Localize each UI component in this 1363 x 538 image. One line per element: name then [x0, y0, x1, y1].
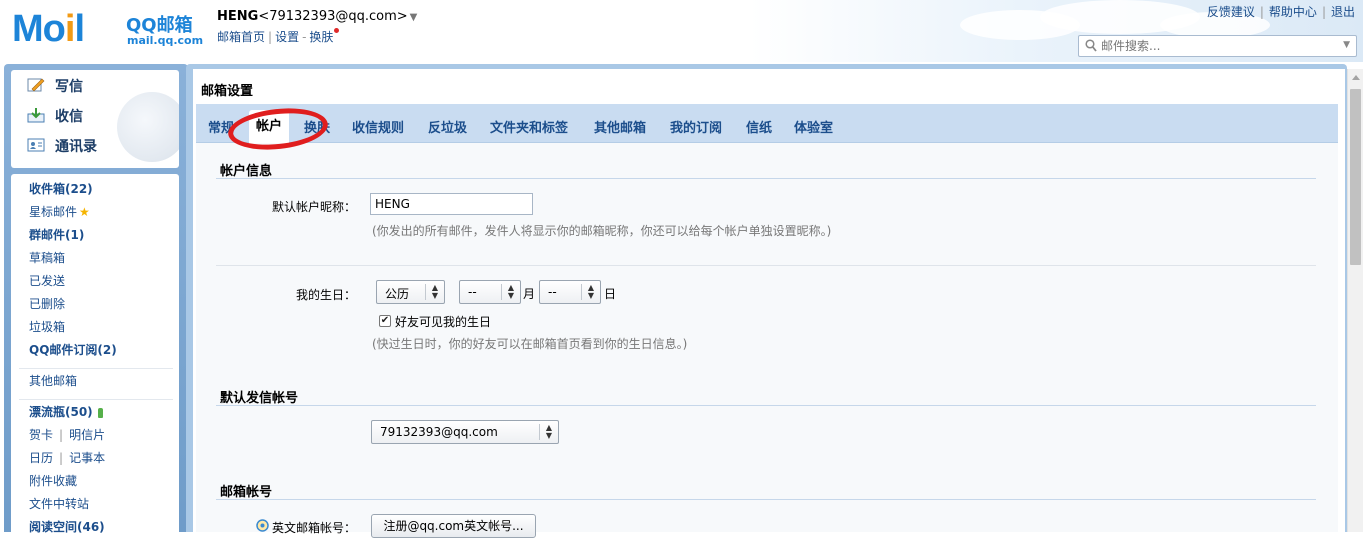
scroll-up-arrow-icon[interactable]: [1352, 75, 1360, 80]
tab-mail-rules[interactable]: 收信规则: [352, 117, 404, 136]
change-skin-link[interactable]: 换肤: [309, 30, 333, 44]
feedback-link[interactable]: 反馈建议: [1207, 5, 1255, 19]
folder-spam[interactable]: 垃圾箱: [29, 317, 65, 337]
user-nickname: HENG: [217, 9, 259, 24]
search-icon: [1085, 39, 1097, 52]
folder-starred[interactable]: 星标邮件 ★: [29, 202, 90, 222]
user-account-menu[interactable]: HENG<79132393@qq.com> ▼: [217, 9, 417, 24]
scrollbar-thumb[interactable]: [1350, 89, 1361, 265]
folder-sent[interactable]: 已发送: [29, 271, 65, 291]
english-account-label: 英文邮箱帐号：: [271, 521, 356, 535]
calendar-row: 日历 | 记事本: [29, 451, 106, 465]
search-dropdown-icon[interactable]: ▼: [1343, 40, 1350, 50]
tab-lab[interactable]: 体验室: [794, 117, 833, 136]
section-title-mail-accounts: 邮箱帐号: [220, 485, 273, 500]
calendar-type-select[interactable]: 公历 ▲ ▼: [376, 280, 445, 304]
compose-label: 写信: [55, 79, 83, 95]
receive-mail-button[interactable]: 收信: [27, 104, 83, 130]
section-title-default-sender: 默认发信帐号: [220, 391, 299, 406]
qq-penguin-watermark: [117, 92, 179, 162]
vertical-scrollbar[interactable]: [1347, 69, 1363, 532]
contacts-label: 通讯录: [55, 139, 97, 155]
user-links: 邮箱首页 | 设置 - 换肤: [217, 28, 340, 45]
birthday-hint: (快过生日时，你的好友可以在邮箱首页看到你的生日信息。): [372, 337, 688, 351]
calendar-link[interactable]: 日历: [29, 451, 53, 465]
nickname-hint: (你发出的所有邮件，发件人将显示你的邮箱昵称，你还可以给每个帐户单独设置昵称。): [372, 224, 832, 238]
drift-bottle-link[interactable]: 漂流瓶(50): [29, 402, 103, 422]
folder-drafts[interactable]: 草稿箱: [29, 248, 65, 268]
compose-button[interactable]: 写信: [27, 74, 83, 100]
birthday-visible-checkbox[interactable]: ✔: [379, 315, 391, 327]
logout-link[interactable]: 退出: [1331, 5, 1355, 19]
mailbox-home-link[interactable]: 邮箱首页: [217, 30, 265, 44]
select-arrows-icon: ▲ ▼: [539, 424, 558, 440]
settings-link[interactable]: 设置: [275, 30, 299, 44]
section-divider: [216, 178, 1316, 179]
day-unit: 日: [604, 287, 617, 301]
help-center-link[interactable]: 帮助中心: [1269, 5, 1317, 19]
select-arrows-icon: ▲ ▼: [581, 284, 600, 300]
section-divider: [216, 405, 1316, 406]
tab-subscriptions[interactable]: 我的订阅: [670, 117, 722, 136]
birth-month-select[interactable]: -- ▲ ▼: [459, 280, 521, 304]
birthday-visible-label[interactable]: 好友可见我的生日: [395, 313, 491, 330]
tab-antispam[interactable]: 反垃圾: [428, 117, 467, 136]
inbox-download-icon: [27, 108, 45, 123]
star-icon: ★: [79, 205, 90, 219]
contacts-button[interactable]: 通讯录: [27, 134, 97, 160]
folder-inbox[interactable]: 收件箱(22): [29, 179, 93, 199]
compose-icon: [27, 78, 45, 92]
tab-folders-labels[interactable]: 文件夹和标签: [490, 117, 568, 136]
receive-label: 收信: [55, 109, 83, 125]
tab-other-mailboxes[interactable]: 其他邮箱: [594, 117, 646, 136]
mail-search-box[interactable]: ▼: [1078, 35, 1357, 57]
page-title: 邮箱设置: [201, 84, 254, 99]
settings-content: [196, 143, 1338, 532]
folder-group-mail[interactable]: 群邮件(1): [29, 225, 84, 245]
nickname-input[interactable]: [370, 193, 533, 215]
nickname-label: 默认帐户昵称：: [271, 200, 356, 214]
top-links: 反馈建议 | 帮助中心 | 退出: [1206, 5, 1355, 19]
folder-subscriptions[interactable]: QQ邮件订阅(2): [29, 340, 117, 360]
address-book-icon: [27, 138, 45, 152]
folder-other-mailboxes[interactable]: 其他邮箱: [29, 371, 77, 391]
select-arrows-icon: ▲ ▼: [425, 284, 444, 300]
section-divider: [216, 499, 1316, 500]
reading-space-link[interactable]: 阅读空间(46): [29, 517, 105, 537]
month-unit: 月: [523, 287, 536, 301]
attachments-link[interactable]: 附件收藏: [29, 471, 77, 491]
register-english-account-button[interactable]: 注册@qq.com英文帐号...: [371, 514, 536, 538]
cards-row: 贺卡 | 明信片: [29, 428, 106, 442]
logo-domain: mail.qq.com: [127, 34, 204, 47]
folder-divider: [19, 368, 173, 369]
select-arrows-icon: ▲ ▼: [501, 284, 520, 300]
new-indicator-dot: [334, 28, 340, 33]
folder-list: 收件箱(22) 星标邮件 ★ 群邮件(1) 草稿箱 已发送 已删除 垃圾箱 QQ邮…: [11, 174, 179, 534]
file-transfer-link[interactable]: 文件中转站: [29, 494, 89, 514]
bottle-icon: [97, 407, 103, 418]
section-title-account-info: 帐户信息: [220, 164, 273, 179]
qq-mail-logo[interactable]: Moil QQ邮箱 mail.qq.com: [12, 8, 204, 50]
birthday-label: 我的生日：: [295, 288, 356, 302]
folder-deleted[interactable]: 已删除: [29, 294, 65, 314]
field-divider: [216, 265, 1316, 266]
default-sender-select[interactable]: 79132393@qq.com ▲ ▼: [371, 420, 559, 444]
folder-divider: [19, 399, 173, 400]
search-input[interactable]: [1101, 37, 1331, 55]
birth-day-select[interactable]: -- ▲ ▼: [539, 280, 601, 304]
postcards-link[interactable]: 明信片: [69, 428, 105, 442]
chevron-down-icon[interactable]: ▼: [410, 12, 418, 23]
user-email: <79132393@qq.com>: [258, 9, 408, 24]
logo-mail-text: Moil: [12, 8, 85, 50]
greeting-cards-link[interactable]: 贺卡: [29, 428, 53, 442]
notes-link[interactable]: 记事本: [69, 451, 105, 465]
tab-stationery[interactable]: 信纸: [746, 117, 772, 136]
